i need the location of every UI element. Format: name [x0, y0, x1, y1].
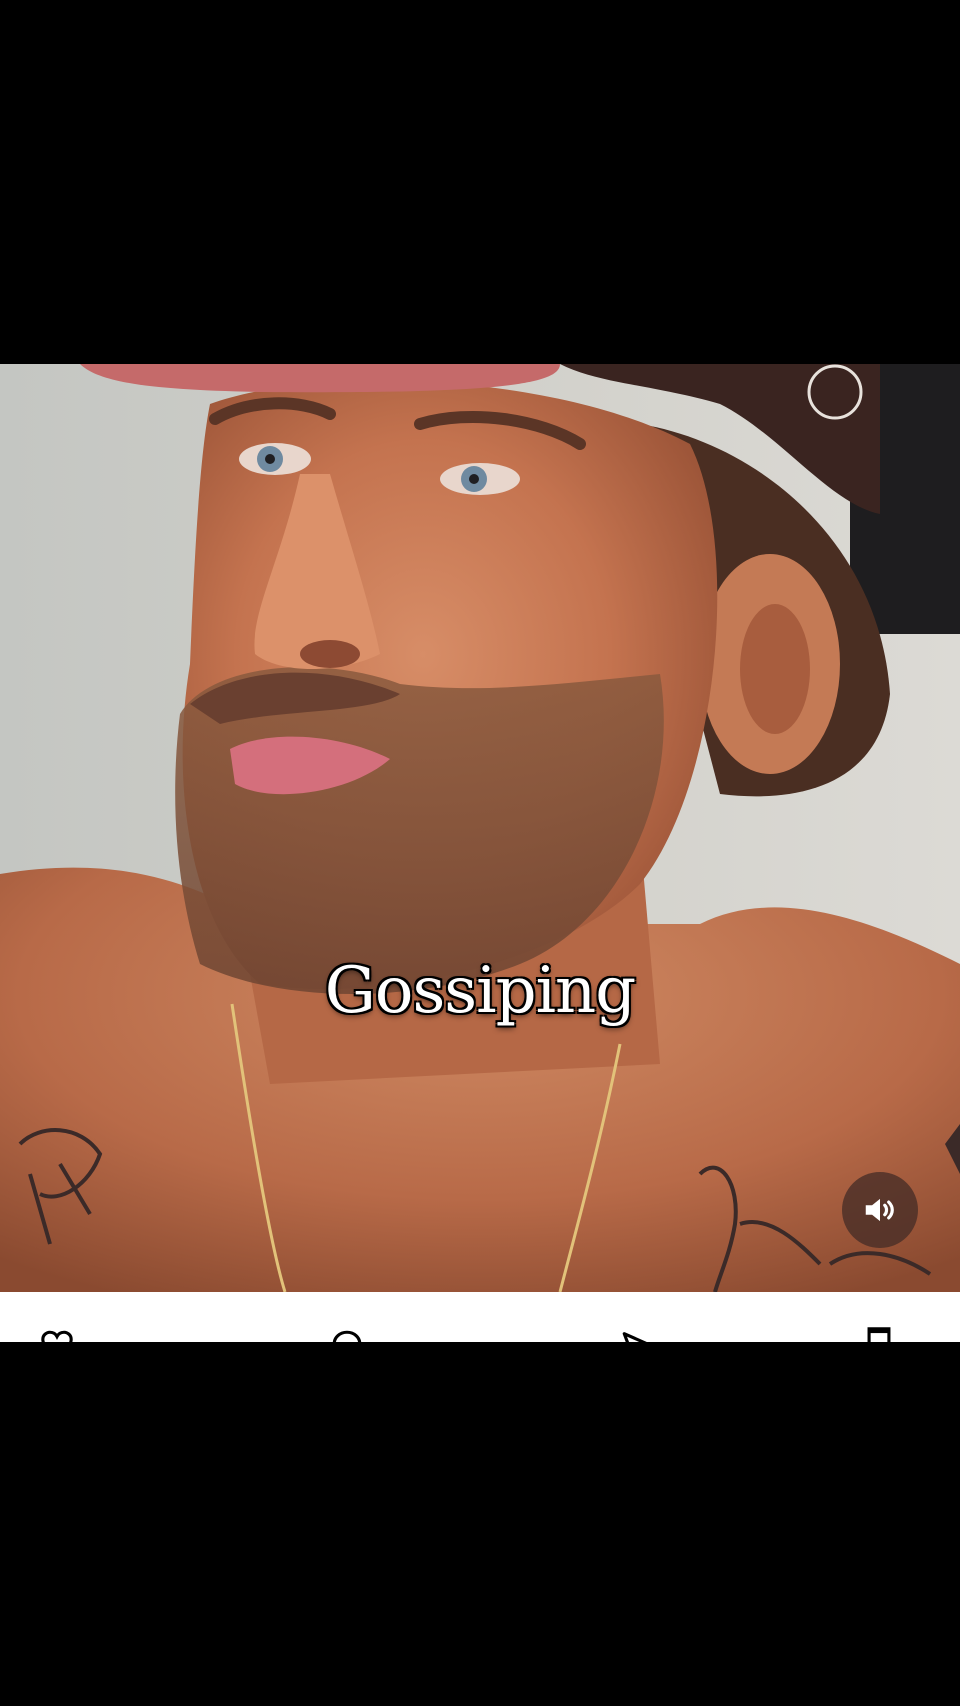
heart-icon[interactable]	[40, 1328, 74, 1342]
video-caption: Gossiping	[324, 954, 636, 1028]
mute-toggle-button[interactable]	[842, 1172, 918, 1248]
bookmark-icon[interactable]	[862, 1326, 896, 1342]
comment-icon[interactable]	[330, 1328, 364, 1342]
video-frame-image	[0, 364, 960, 1292]
top-letterbox	[0, 0, 960, 364]
reel-viewer: Gossiping	[0, 0, 960, 1706]
share-icon[interactable]	[620, 1328, 654, 1342]
action-bar	[0, 1292, 960, 1342]
bottom-letterbox	[0, 1342, 960, 1706]
speaker-on-icon	[865, 1198, 894, 1222]
video-player[interactable]: Gossiping	[0, 364, 960, 1292]
